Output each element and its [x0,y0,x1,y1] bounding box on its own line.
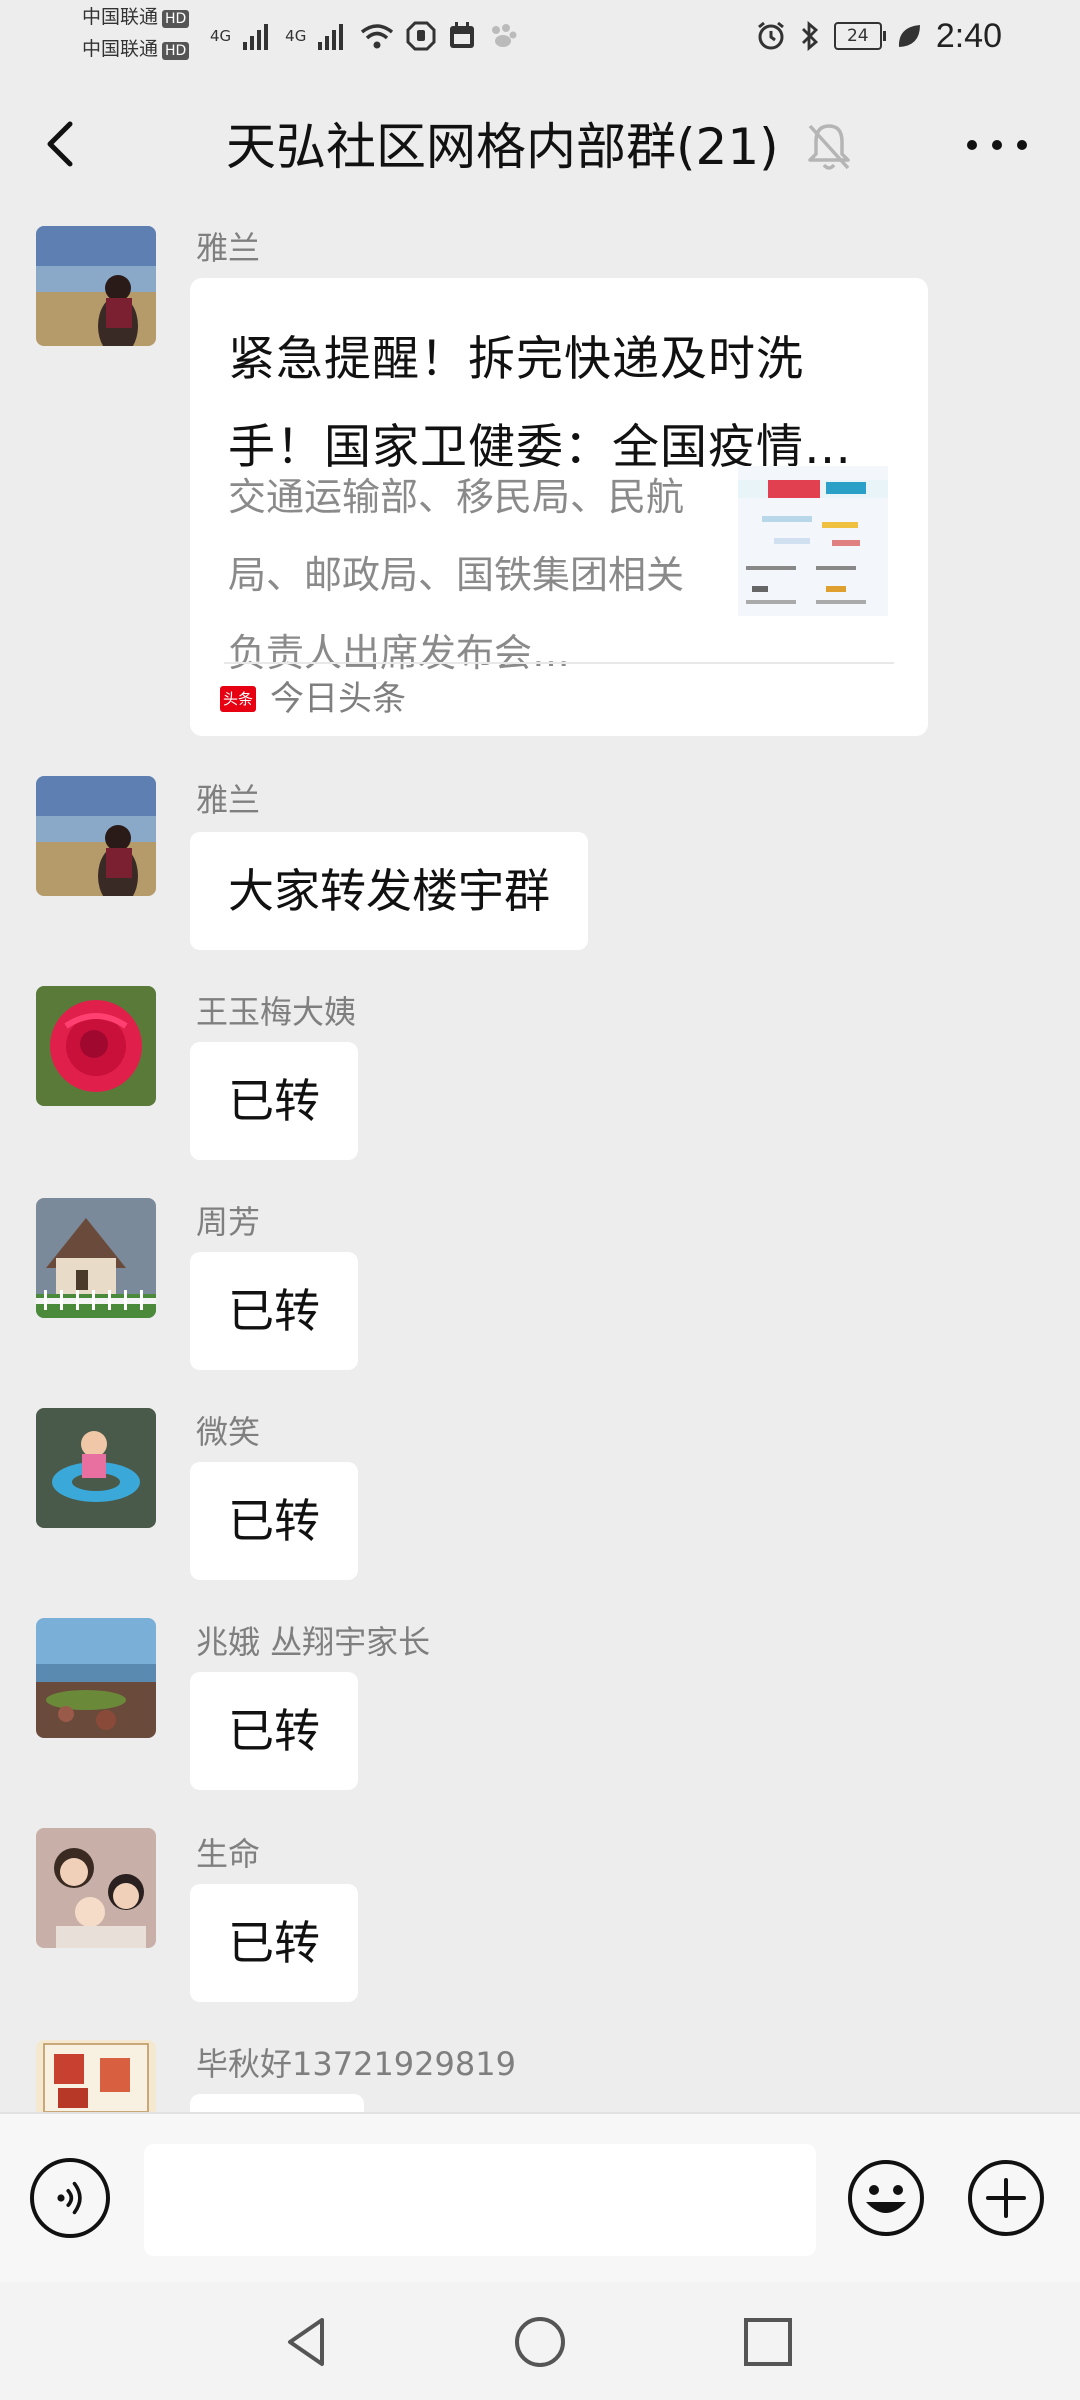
network-type-2: 4G [285,27,307,45]
network-type-1: 4G [210,27,232,45]
more-options-icon[interactable] [962,120,1032,170]
message-text: 大家转发楼宇群 [228,864,550,918]
emoji-icon[interactable] [846,2158,926,2238]
nav-recents-icon[interactable] [738,2312,798,2372]
status-bar: 中国联通 HD 中国联通 HD 4G 4G 24 2:40 [0,0,1080,72]
carrier-label-2: 中国联通 HD [82,38,190,60]
avatar-yalan-image [36,226,156,346]
wifi-icon [361,24,394,49]
system-navigation-bar [0,2282,1080,2400]
message-text: 已转 [228,1704,320,1758]
avatar-zhoufang[interactable] [36,1198,156,1318]
paw-icon [492,24,517,47]
message-bubble[interactable]: 已转 [190,1042,358,1160]
signal-icon [243,24,269,50]
calendar-icon [450,22,475,48]
leaf-icon [898,25,920,47]
avatar-yalan[interactable] [36,776,156,896]
chat-input-bar [0,2112,1080,2284]
mute-bell-icon [808,124,850,170]
message-bubble[interactable]: 已转 [190,1462,358,1580]
battery-indicator: 24 [833,22,886,50]
avatar-biqiuhao-image [36,2040,156,2112]
avatar-weixiao[interactable] [36,1408,156,1528]
message-text: 已转 [228,1284,320,1338]
message-text: 已转 [228,1494,320,1548]
sender-name: 兆娥 丛翔宇家长 [196,1623,431,1661]
sender-name: 毕秋好13721929819 [196,2045,516,2083]
avatar-zhaoe[interactable] [36,1618,156,1738]
sender-name: 雅兰 [196,781,261,819]
card-thumbnail [738,466,888,616]
avatar-weixiao-image [36,1408,156,1528]
sender-name: 周芳 [196,1203,261,1241]
nav-home-icon[interactable] [510,2312,570,2372]
avatar-shengming-image [36,1828,156,1948]
message-text: 已转 [228,1074,320,1128]
status-right-icons: 24 2:40 [756,14,1002,58]
message-bubble[interactable]: 已转 [190,1252,358,1370]
card-description: 交通运输部、移民局、民航局、邮政局、国铁集团相关负责人出席发布会… [228,475,685,675]
avatar-zhoufang-image [36,1198,156,1318]
chat-title: 天弘社区网格内部群(21) [226,118,779,176]
avatar-biqiuhao[interactable] [36,2040,156,2112]
avatar-wangyumei[interactable] [36,986,156,1106]
avatar-shengming[interactable] [36,1828,156,1948]
alarm-icon [757,21,784,50]
sender-name: 雅兰 [196,229,261,267]
carrier-name-1: 中国联通 [82,6,159,28]
carrier-label-1: 中国联通 HD [82,6,190,28]
signal-icon-2 [318,24,344,50]
message-bubble[interactable] [190,2094,364,2112]
carrier-name-2: 中国联通 [82,38,159,60]
link-card[interactable]: 紧急提醒！拆完快递及时洗手！国家卫健委：全国疫情… 交通运输部、移民局、民航局、… [190,278,928,736]
hand-icon [406,21,436,51]
card-thumbnail-image [738,466,888,616]
avatar-zhaoe-image [36,1618,156,1738]
card-source: 今日头条 [270,679,406,719]
avatar-yalan[interactable] [36,226,156,346]
nav-back-icon[interactable] [278,2312,338,2372]
hd-badge-2: HD [162,42,190,60]
status-left-icons: 4G 4G [210,14,518,58]
voice-input-icon[interactable] [30,2158,110,2238]
avatar-wangyumei-image [36,986,156,1106]
message-bubble[interactable]: 已转 [190,1672,358,1790]
hd-badge-1: HD [162,10,190,28]
clock-time: 2:40 [935,16,1002,55]
back-arrow-icon[interactable] [32,114,92,174]
message-bubble[interactable]: 已转 [190,1884,358,2002]
toutiao-logo-icon: 头条 [220,686,256,712]
chat-header: 天弘社区网格内部群(21) [0,72,1080,222]
avatar-yalan-image [36,776,156,896]
sender-name: 王玉梅大姨 [196,993,357,1031]
message-bubble[interactable]: 大家转发楼宇群 [190,832,588,950]
plus-icon[interactable] [966,2158,1046,2238]
message-input[interactable] [144,2144,816,2256]
card-divider [224,662,894,664]
bluetooth-icon [801,21,818,51]
sender-name: 微笑 [196,1413,261,1451]
message-text: 已转 [228,1916,320,1970]
sender-name: 生命 [196,1835,261,1873]
